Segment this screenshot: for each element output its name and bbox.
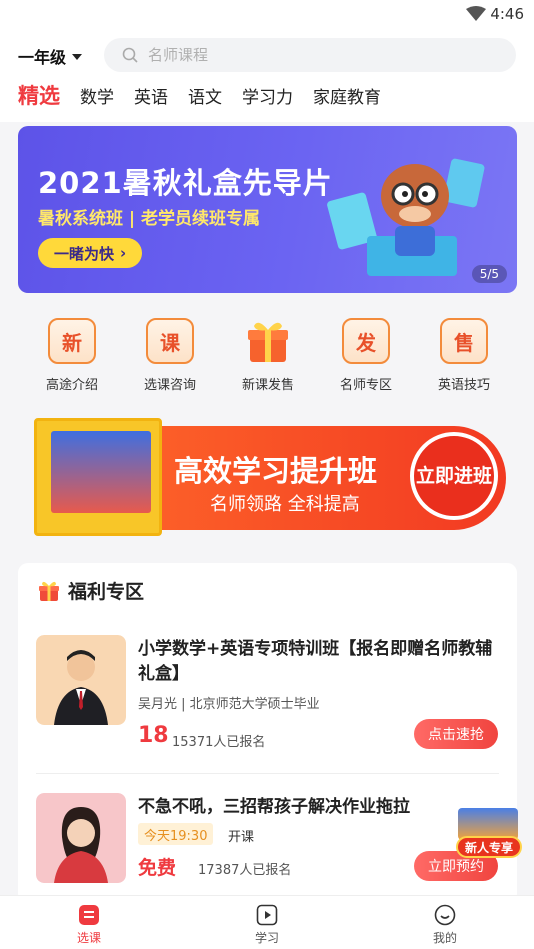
category-introduction[interactable]: 新 高途介绍 — [24, 318, 120, 393]
nav-item-profile[interactable]: 我的 — [356, 896, 534, 949]
status-bar: 4:46 — [0, 0, 534, 30]
intro-icon: 新 — [48, 318, 96, 364]
search-bar[interactable] — [104, 38, 516, 72]
divider — [36, 773, 499, 774]
category-label: 名师专区 — [339, 378, 392, 393]
new-user-label: 新人专享 — [456, 836, 522, 858]
gift-box-icon — [248, 322, 288, 362]
play-icon — [256, 904, 278, 926]
grab-now-button[interactable]: 点击速抢 — [414, 719, 498, 749]
nav-item-study[interactable]: 学习 — [178, 896, 356, 949]
tab-featured[interactable]: 精选 — [18, 80, 60, 110]
category-label: 英语技巧 — [437, 378, 490, 393]
clock: 4:46 — [490, 5, 524, 23]
tab-learning-ability[interactable]: 学习力 — [242, 83, 293, 108]
new-user-badge[interactable]: 新人专享 — [456, 808, 522, 860]
banner-cta-label: 一睹为快 — [54, 244, 115, 263]
nav-label: 我的 — [432, 931, 457, 945]
course-consult-icon: 课 — [146, 318, 194, 364]
category-label: 新课发售 — [241, 378, 294, 393]
category-label: 选课咨询 — [143, 378, 196, 393]
category-new-courses[interactable]: 新课发售 — [220, 318, 316, 393]
section-title: 福利专区 — [68, 581, 145, 603]
course-title: 小学数学+英语专项特训班【报名即赠名师教辅礼盒】 — [138, 639, 493, 684]
promo-title: 高效学习提升班 — [174, 454, 378, 488]
nav-label: 选课 — [76, 931, 101, 945]
banner-subtitle: 暑秋系统班 | 老学员续班专属 — [38, 209, 261, 229]
course-icon — [79, 905, 99, 925]
book-box-illustration — [34, 418, 162, 536]
teacher-photo — [36, 635, 126, 725]
profile-icon — [434, 904, 456, 926]
category-english-tips[interactable]: 售 英语技巧 — [416, 318, 512, 393]
grade-selector[interactable]: 一年级 — [18, 44, 83, 68]
teacher-photo — [36, 793, 126, 883]
chevron-down-icon — [72, 54, 83, 60]
promo-banner[interactable]: 高效学习提升班 名师领路 全科提高 立即进班 — [30, 418, 506, 536]
search-icon — [122, 47, 138, 63]
mascot-illustration — [327, 158, 485, 276]
category-label: 高途介绍 — [45, 378, 98, 393]
nav-label: 学习 — [254, 931, 279, 945]
chevron-right-icon: › — [120, 244, 127, 262]
banner-title: 2021暑秋礼盒先导片 — [38, 166, 333, 200]
banner-carousel[interactable]: 2021暑秋礼盒先导片 暑秋系统班 | 老学员续班专属 一睹为快 › 5/5 — [18, 126, 517, 293]
nav-item-courses[interactable]: 选课 — [0, 896, 178, 949]
tab-english[interactable]: 英语 — [134, 83, 168, 108]
grade-label: 一年级 — [18, 48, 67, 67]
search-input[interactable] — [148, 46, 448, 64]
banner-cta-button[interactable]: 一睹为快 › — [38, 238, 143, 268]
tab-math[interactable]: 数学 — [80, 83, 114, 108]
promo-subtitle: 名师领路 全科提高 — [210, 494, 360, 515]
course-card[interactable]: 小学数学+英语专项特训班【报名即赠名师教辅礼盒】 吴月光 | 北京师范大学硕士毕… — [36, 635, 498, 750]
course-price: 免费 — [138, 857, 177, 879]
subject-tabs: 精选 数学 英语 语文 学习力 家庭教育 — [18, 80, 381, 110]
category-famous-teachers[interactable]: 发 名师专区 — [318, 318, 414, 393]
bottom-nav: 选课 学习 我的 — [0, 895, 534, 949]
course-price: 18 — [138, 723, 169, 748]
join-class-button[interactable]: 立即进班 — [410, 432, 498, 520]
enrollment-count: 15371人已报名 — [172, 735, 266, 750]
teacher-icon: 发 — [342, 318, 390, 364]
enrollment-count: 17387人已报名 — [198, 863, 292, 878]
start-time-suffix: 开课 — [228, 830, 255, 845]
category-grid: 新 高途介绍 课 选课咨询 新课发售 发 名师专区 售 英语技巧 — [0, 318, 534, 393]
tab-chinese[interactable]: 语文 — [188, 83, 222, 108]
welfare-section: 福利专区 小学数学+英语专项特训班【报名即赠名师教辅礼盒】 吴月光 | 北京师范… — [18, 563, 517, 903]
teacher-info: 吴月光 | 北京师范大学硕士毕业 — [138, 697, 320, 712]
wifi-icon — [466, 6, 486, 21]
start-time-tag: 今天19:30 — [138, 823, 214, 845]
banner-pager: 5/5 — [471, 265, 507, 283]
tab-family-education[interactable]: 家庭教育 — [313, 83, 381, 108]
section-header: 福利专区 — [38, 577, 144, 604]
gift-icon — [39, 581, 59, 601]
course-title: 不急不吼，三招帮孩子解决作业拖拉 — [138, 797, 410, 817]
course-card[interactable]: 不急不吼，三招帮孩子解决作业拖拉 今天19:30 开课 免费 17387人已报名… — [36, 793, 498, 893]
category-course-consult[interactable]: 课 选课咨询 — [122, 318, 218, 393]
header: 一年级 精选 数学 英语 语文 学习力 家庭教育 — [0, 30, 534, 122]
english-tips-icon: 售 — [440, 318, 488, 364]
